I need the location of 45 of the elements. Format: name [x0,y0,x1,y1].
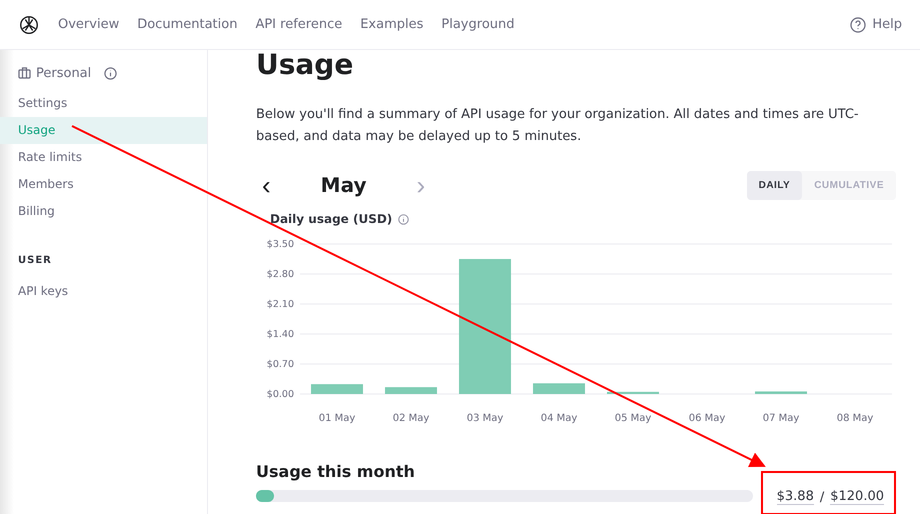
view-toggle[interactable]: DAILY [746,170,802,200]
limit-amount: $120.00 [830,489,884,505]
info-icon[interactable] [398,214,410,224]
section-heading: USER [17,254,53,268]
section-title: Usage this month [256,462,416,481]
sidebar-item[interactable]: Billing [0,198,207,225]
bar[interactable] [755,391,807,394]
x-axis-label: 06 May [688,413,726,424]
x-axis-label: 04 May [540,413,578,424]
logo-icon[interactable] [18,14,40,36]
sidebar-item[interactable]: Usage [0,117,207,144]
y-axis-label: $0.00 [266,389,294,400]
sidebar-item[interactable]: API keys [0,278,207,305]
org-name[interactable]: Personal [36,66,92,80]
previous-month-button[interactable]: ‹ [256,170,277,200]
sidebar-item[interactable]: Settings [0,90,207,117]
month-label: May [320,173,366,197]
y-axis-label: $0.70 [266,359,294,370]
x-axis-label: 02 May [392,413,430,424]
nav-link[interactable]: API reference [255,17,342,32]
y-axis-label: $1.40 [266,329,294,340]
help-icon[interactable] [850,16,866,32]
briefcase-icon [18,67,31,79]
chart-title: Daily usage (USD) [270,212,392,226]
x-axis-label: 05 May [614,413,652,424]
page-description: Below you'll find a summary of API usage for your organization. All dates and times are UTC-based, and data may be delayed up to 5 minutes. [256,106,860,146]
x-axis-label: 07 May [762,413,800,424]
nav-link[interactable]: Playground [441,17,514,32]
y-axis-label: $2.80 [266,269,294,280]
page-title: Usage [256,50,354,82]
y-axis-label: $3.50 [266,239,294,250]
info-icon[interactable] [104,66,118,80]
nav-link[interactable]: Overview [58,17,120,32]
x-axis-label: 08 May [836,413,874,424]
separator: / [820,490,824,504]
sidebar-item[interactable]: Rate limits [0,144,207,171]
x-axis-label: 01 May [318,413,356,424]
nav-link[interactable]: Documentation [137,17,238,32]
y-axis-label: $2.10 [266,299,294,310]
sidebar-item[interactable]: Members [0,171,207,198]
used-amount: $3.88 [776,489,814,505]
x-axis-label: 03 May [466,413,504,424]
nav-link[interactable]: Examples [360,17,424,32]
bar[interactable] [607,392,659,394]
help-link[interactable]: Help [872,17,902,32]
